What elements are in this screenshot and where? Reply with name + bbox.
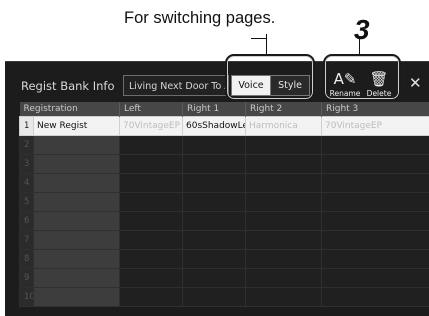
rename-button[interactable]: A✎ Rename	[329, 70, 361, 102]
right2-voice-cell[interactable]	[246, 136, 322, 155]
row-number: 5	[20, 193, 34, 212]
left-voice-cell[interactable]	[120, 269, 183, 288]
right2-voice-cell[interactable]: Harmonica	[246, 117, 322, 136]
caption: For switching pages.	[124, 9, 314, 28]
right3-voice-cell[interactable]	[322, 250, 429, 269]
table-row[interactable]: 7	[20, 231, 429, 250]
registration-table: Registration Left Right 1 Right 2 Right …	[19, 102, 429, 307]
step-number: 3	[354, 14, 370, 46]
right1-voice-cell[interactable]	[183, 269, 246, 288]
right3-voice-cell[interactable]	[322, 136, 429, 155]
left-voice-cell[interactable]	[120, 212, 183, 231]
step-leader-line	[359, 38, 360, 54]
page-toggle-highlight	[225, 54, 315, 101]
right3-voice-cell[interactable]	[322, 269, 429, 288]
close-icon[interactable]: ✕	[409, 74, 422, 92]
right3-voice-cell[interactable]	[322, 288, 429, 307]
delete-label: Delete	[363, 89, 395, 98]
right1-voice-cell[interactable]	[183, 155, 246, 174]
right1-voice-cell[interactable]	[183, 212, 246, 231]
left-voice-cell[interactable]	[120, 288, 183, 307]
row-number: 6	[20, 212, 34, 231]
regist-bank-info-screen: Regist Bank Info Living Next Door To Ali…	[5, 61, 429, 316]
right1-voice-cell[interactable]	[183, 231, 246, 250]
right2-voice-cell[interactable]	[246, 250, 322, 269]
right3-voice-cell[interactable]	[322, 174, 429, 193]
table-row[interactable]: 4	[20, 174, 429, 193]
row-number: 1	[20, 117, 34, 136]
right2-voice-cell[interactable]	[246, 269, 322, 288]
right3-voice-cell[interactable]: 70VintageEP	[322, 117, 429, 136]
registration-cell[interactable]: New Regist	[34, 117, 120, 136]
rename-label: Rename	[329, 89, 361, 98]
page-title: Regist Bank Info	[21, 79, 115, 93]
registration-cell[interactable]	[34, 193, 120, 212]
registration-cell[interactable]	[34, 136, 120, 155]
right3-voice-cell[interactable]	[322, 231, 429, 250]
registration-cell[interactable]	[34, 269, 120, 288]
left-voice-cell[interactable]: 70VintageEP	[120, 117, 183, 136]
table-row[interactable]: 8	[20, 250, 429, 269]
right2-voice-cell[interactable]	[246, 155, 322, 174]
row-number: 7	[20, 231, 34, 250]
table-row[interactable]: 5	[20, 193, 429, 212]
registration-cell[interactable]	[34, 288, 120, 307]
bank-name-field[interactable]: Living Next Door To Alice	[123, 75, 229, 96]
delete-button[interactable]: 🗑 Delete	[363, 70, 395, 102]
table-row[interactable]: 3	[20, 155, 429, 174]
table-row[interactable]: 2	[20, 136, 429, 155]
row-number: 4	[20, 174, 34, 193]
column-header: Left	[120, 102, 183, 117]
left-voice-cell[interactable]	[120, 231, 183, 250]
right1-voice-cell[interactable]	[183, 193, 246, 212]
registration-cell[interactable]	[34, 212, 120, 231]
row-number: 2	[20, 136, 34, 155]
table-row[interactable]: 9	[20, 269, 429, 288]
left-voice-cell[interactable]	[120, 193, 183, 212]
left-voice-cell[interactable]	[120, 155, 183, 174]
table-row[interactable]: 10	[20, 288, 429, 307]
right1-voice-cell[interactable]	[183, 250, 246, 269]
trash-icon: 🗑	[363, 70, 395, 88]
registration-cell[interactable]	[34, 250, 120, 269]
row-number: 3	[20, 155, 34, 174]
row-number: 9	[20, 269, 34, 288]
table-row[interactable]: 6	[20, 212, 429, 231]
right2-voice-cell[interactable]	[246, 231, 322, 250]
pencil-a-icon: A✎	[329, 70, 361, 88]
right2-voice-cell[interactable]	[246, 288, 322, 307]
caption-leader-line	[266, 34, 267, 54]
registration-cell[interactable]	[34, 174, 120, 193]
column-header: Registration	[20, 102, 120, 117]
right1-voice-cell[interactable]	[183, 174, 246, 193]
registration-cell[interactable]	[34, 155, 120, 174]
column-header: Right 1	[183, 102, 246, 117]
right3-voice-cell[interactable]	[322, 193, 429, 212]
row-number: 10	[20, 288, 34, 307]
right2-voice-cell[interactable]	[246, 193, 322, 212]
right1-voice-cell[interactable]	[183, 136, 246, 155]
row-number: 8	[20, 250, 34, 269]
right3-voice-cell[interactable]	[322, 212, 429, 231]
right2-voice-cell[interactable]	[246, 174, 322, 193]
right1-voice-cell[interactable]: 60sShadowLead	[183, 117, 246, 136]
left-voice-cell[interactable]	[120, 250, 183, 269]
column-header: Right 3	[322, 102, 429, 117]
left-voice-cell[interactable]	[120, 136, 183, 155]
right1-voice-cell[interactable]	[183, 288, 246, 307]
left-voice-cell[interactable]	[120, 174, 183, 193]
table-header-row: Registration Left Right 1 Right 2 Right …	[20, 102, 429, 117]
registration-cell[interactable]	[34, 231, 120, 250]
column-header: Right 2	[246, 102, 322, 117]
table-row[interactable]: 1 New Regist 70VintageEP 60sShadowLead H…	[20, 117, 429, 136]
right3-voice-cell[interactable]	[322, 155, 429, 174]
caption-leader-line	[251, 38, 267, 39]
right2-voice-cell[interactable]	[246, 212, 322, 231]
